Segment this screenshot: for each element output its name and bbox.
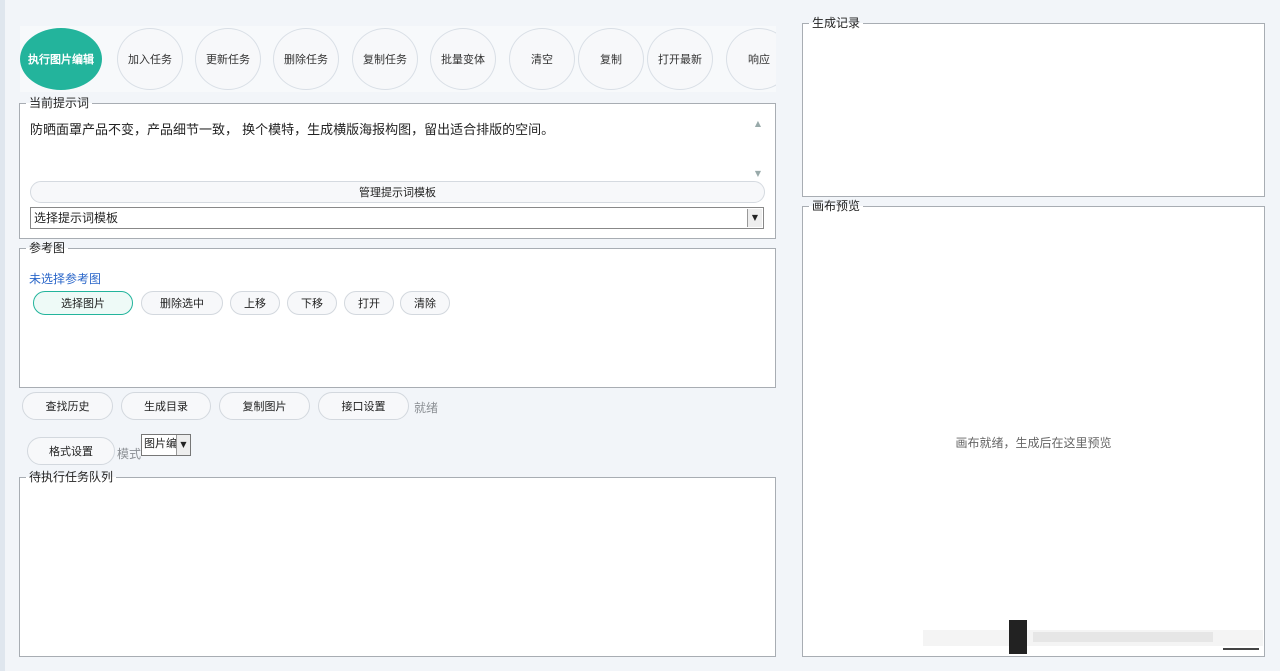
toolbar-button-5[interactable]: 批量变体: [430, 28, 496, 90]
scroll-down-icon[interactable]: ▼: [754, 169, 762, 178]
toolbar-button-1[interactable]: 加入任务: [117, 28, 183, 90]
preview-artifact-image: [923, 620, 1263, 654]
reference-status: 未选择参考图: [29, 272, 102, 286]
reference-panel-legend: 参考图: [29, 241, 66, 255]
canvas-placeholder-text: 画布就绪，生成后在这里预览: [955, 436, 1112, 450]
action-button-1[interactable]: 生成目录: [121, 392, 211, 420]
canvas-preview-panel: 画布预览 画布就绪，生成后在这里预览: [802, 200, 1265, 657]
action-button-3[interactable]: 接口设置: [318, 392, 409, 420]
mode-label: 模式: [117, 447, 142, 461]
action-button-2[interactable]: 复制图片: [219, 392, 310, 420]
history-panel-legend: 生成记录: [812, 16, 861, 30]
canvas-preview-legend: 画布预览: [812, 199, 861, 213]
toolbar-button-7[interactable]: 复制: [578, 28, 644, 90]
reference-button-0[interactable]: 选择图片: [33, 291, 133, 315]
reference-button-5[interactable]: 清除: [400, 291, 450, 315]
history-panel: 生成记录: [802, 17, 1265, 197]
prompt-textarea[interactable]: 防晒面罩产品不变，产品细节一致， 换个模特，生成横版海报构图，留出适合排版的空间…: [30, 121, 730, 173]
main-toolbar: 执行图片编辑 加入任务 更新任务 删除任务 复制任务 批量变体 清空 复制 打开最新 响应: [20, 26, 776, 92]
template-select[interactable]: 选择提示词模板 ▼: [30, 207, 764, 229]
toolbar-button-8[interactable]: 打开最新: [647, 28, 713, 90]
toolbar-button-4[interactable]: 复制任务: [352, 28, 418, 90]
task-queue-legend: 待执行任务队列: [29, 470, 114, 484]
reference-button-2[interactable]: 上移: [230, 291, 280, 315]
scroll-up-icon[interactable]: ▲: [754, 119, 762, 128]
template-select-value: 选择提示词模板: [34, 211, 119, 225]
mode-select[interactable]: 图片编 ▼: [141, 434, 191, 456]
format-settings-button[interactable]: 格式设置: [27, 437, 115, 465]
action-row: 查找历史 生成目录 复制图片 接口设置 就绪: [22, 392, 482, 420]
toolbar-button-3[interactable]: 删除任务: [273, 28, 339, 90]
toolbar-button-0[interactable]: 执行图片编辑: [20, 28, 102, 90]
action-button-0[interactable]: 查找历史: [22, 392, 113, 420]
manage-templates-button[interactable]: 管理提示词模板: [30, 181, 765, 203]
window-left-edge: [0, 0, 5, 671]
prompt-panel-legend: 当前提示词: [29, 96, 90, 110]
toolbar-button-2[interactable]: 更新任务: [195, 28, 261, 90]
chevron-down-icon[interactable]: ▼: [747, 209, 762, 227]
prompt-panel: 当前提示词 防晒面罩产品不变，产品细节一致， 换个模特，生成横版海报构图，留出适…: [19, 97, 776, 239]
status-label: 就绪: [414, 401, 439, 415]
reference-button-4[interactable]: 打开: [344, 291, 394, 315]
toolbar-button-9[interactable]: 响应: [726, 28, 776, 90]
mode-select-value: 图片编: [144, 437, 177, 450]
prompt-scrollbar[interactable]: ▲ ▼: [751, 119, 765, 181]
reference-button-3[interactable]: 下移: [287, 291, 337, 315]
chevron-down-icon[interactable]: ▼: [176, 435, 190, 455]
task-queue-panel: 待执行任务队列: [19, 471, 776, 657]
reference-panel: 参考图 未选择参考图 选择图片 删除选中 上移 下移 打开 清除: [19, 242, 776, 388]
toolbar-button-6[interactable]: 清空: [509, 28, 575, 90]
reference-button-1[interactable]: 删除选中: [141, 291, 223, 315]
